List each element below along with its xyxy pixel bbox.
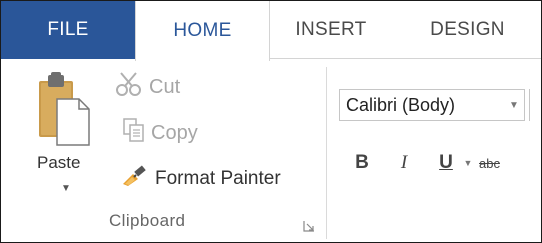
cut-label: Cut xyxy=(149,75,181,98)
scissors-icon xyxy=(115,71,143,103)
font-name-select[interactable]: Calibri (Body) ▼ xyxy=(339,89,525,121)
paintbrush-icon xyxy=(121,164,149,194)
bold-button[interactable]: B xyxy=(351,149,373,177)
ribbon-tab-bar: FILE HOME INSERT DESIGN xyxy=(1,1,541,61)
chevron-down-icon[interactable]: ▼ xyxy=(504,100,524,111)
dialog-launcher-icon[interactable] xyxy=(303,219,315,237)
paste-label: Paste xyxy=(37,153,81,172)
tab-design[interactable]: DESIGN xyxy=(392,1,541,59)
font-name-value: Calibri (Body) xyxy=(346,94,456,115)
copy-button[interactable]: Copy xyxy=(123,117,198,149)
ribbon-home-panel: Paste ▼ Cut Copy Format Painter Clipboar… xyxy=(1,59,541,242)
word-ribbon-window: FILE HOME INSERT DESIGN Paste ▼ Cut Copy… xyxy=(0,0,542,243)
tab-home[interactable]: HOME xyxy=(135,1,270,61)
clipboard-group-label: Clipboard xyxy=(109,211,186,230)
format-painter-button[interactable]: Format Painter xyxy=(121,163,281,195)
chevron-down-icon[interactable]: ▼ xyxy=(461,149,475,177)
underline-button[interactable]: U xyxy=(435,149,457,177)
group-divider xyxy=(326,67,327,239)
paste-clipboard-icon xyxy=(39,71,91,154)
tab-insert[interactable]: INSERT xyxy=(270,1,392,59)
font-size-box-edge xyxy=(529,89,530,121)
cut-button[interactable]: Cut xyxy=(115,71,180,103)
format-painter-label: Format Painter xyxy=(155,168,281,189)
copy-icon xyxy=(123,118,145,148)
paste-button[interactable]: Paste ▼ xyxy=(29,65,99,211)
strikethrough-button[interactable]: abc xyxy=(479,149,539,177)
italic-button[interactable]: I xyxy=(393,149,415,177)
chevron-down-icon[interactable]: ▼ xyxy=(61,183,71,194)
tab-file[interactable]: FILE xyxy=(1,1,135,59)
copy-label: Copy xyxy=(151,121,198,144)
